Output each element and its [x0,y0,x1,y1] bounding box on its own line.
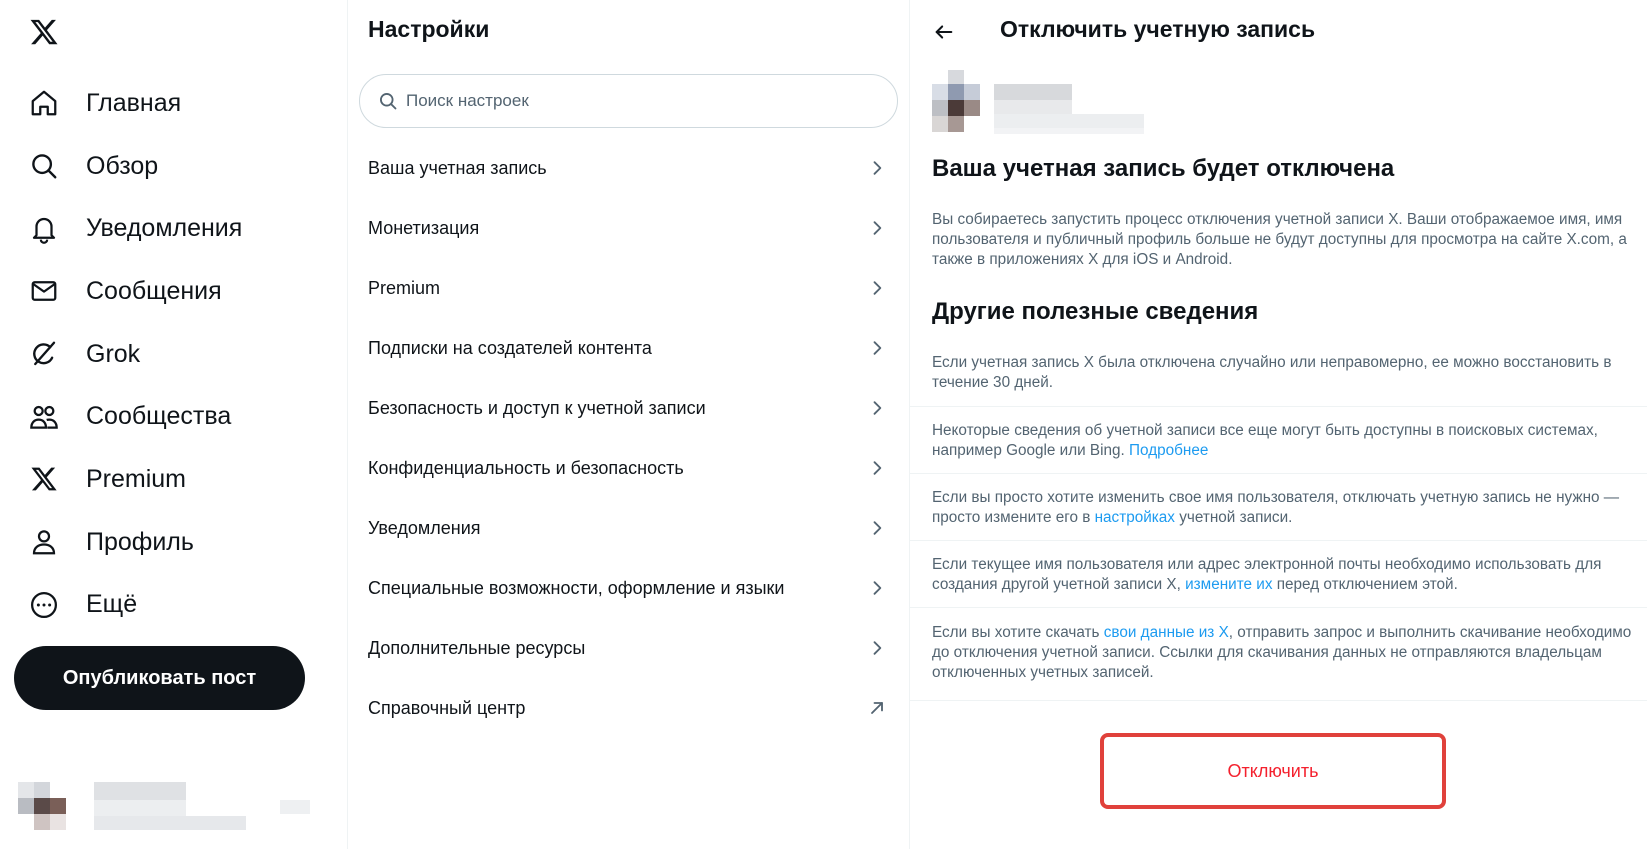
divider [910,540,1647,541]
settings-item-label: Монетизация [368,217,480,238]
settings-item-label: Дополнительные ресурсы [368,637,586,658]
settings-link[interactable]: настройках [1095,509,1175,526]
info-reuse-email: Если текущее имя пользователя или адрес … [932,555,1637,595]
info-text: Если вы хотите скачать [932,624,1104,641]
info-change-username: Если вы просто хотите изменить свое имя … [932,488,1637,528]
info-text: учетной записи. [1174,509,1293,526]
settings-item-label: Ваша учетная запись [368,157,547,178]
settings-item-premium[interactable]: Premium [348,258,909,318]
learn-more-link[interactable]: Подробнее [1129,442,1208,459]
nav-item-label: Сообщения [86,276,222,305]
settings-item-privacy[interactable]: Конфиденциальность и безопасность [348,438,909,498]
settings-item-monetization[interactable]: Монетизация [348,198,909,258]
settings-item-label: Конфиденциальность и безопасность [368,457,684,478]
deactivation-description: Вы собираетесь запустить процесс отключе… [932,211,1627,268]
x-logo-icon[interactable] [26,14,62,50]
nav-item-profile[interactable]: Профиль [14,511,242,574]
envelope-icon [28,275,60,307]
info-restore: Если учетная запись X была отключена слу… [932,354,1612,391]
nav-item-label: Ещё [86,590,138,619]
settings-item-label: Справочный центр [368,697,526,718]
more-dots-blurred [280,800,310,814]
settings-item-notifications[interactable]: Уведомления [348,498,909,558]
chevron-right-icon [867,218,887,238]
account-switcher[interactable] [18,782,328,842]
settings-column: Настройки Ваша учетная запись Монетизаци… [348,0,910,849]
nav-item-label: Premium [86,464,187,493]
divider [910,406,1647,407]
chevron-right-icon [867,338,887,358]
bell-icon [28,213,60,245]
grok-icon [28,338,60,370]
deactivate-panel: Отключить учетную запись Ваша учетная за… [910,0,1647,849]
nav-item-premium[interactable]: Premium [14,448,242,511]
chevron-right-icon [867,518,887,538]
divider [910,700,1647,701]
app-window: Главная Обзор Уведомления Сообщения Grok… [0,0,1647,849]
settings-item-label: Уведомления [368,517,481,538]
settings-item-resources[interactable]: Дополнительные ресурсы [348,618,909,678]
divider [910,473,1647,474]
deactivate-button[interactable]: Отключить [1100,733,1446,809]
nav-item-label: Grok [86,339,141,368]
nav-item-explore[interactable]: Обзор [14,135,242,198]
info-text: Некоторые сведения об учетной записи все… [932,422,1598,459]
communities-icon [28,401,60,433]
settings-item-accessibility[interactable]: Специальные возможности, оформление и яз… [348,558,909,618]
page-title: Отключить учетную запись [1000,16,1316,42]
post-button[interactable]: Опубликовать пост [14,646,305,710]
account-handle-blurred [94,816,246,830]
more-circle-icon [28,589,60,621]
search-icon [28,150,60,182]
settings-item-label: Специальные возможности, оформление и яз… [368,577,785,598]
nav-item-notifications[interactable]: Уведомления [14,197,242,260]
nav-item-label: Главная [86,88,182,117]
nav-item-grok[interactable]: Grok [14,323,242,386]
info-text: перед отключением этой. [1272,576,1458,593]
nav-item-home[interactable]: Главная [14,72,242,135]
search-icon [378,91,398,111]
your-data-link[interactable]: свои данные из X [1104,624,1229,641]
person-icon [28,526,60,558]
account-name-blurred [94,782,186,800]
chevron-right-icon [867,398,887,418]
user-card-blurred [932,70,1172,134]
settings-item-creator-subscriptions[interactable]: Подписки на создателей контента [348,318,909,378]
settings-search[interactable] [359,74,898,128]
left-navigation: Главная Обзор Уведомления Сообщения Grok… [0,0,348,849]
change-them-link[interactable]: измените их [1185,576,1272,593]
chevron-right-icon [867,638,887,658]
settings-item-account[interactable]: Ваша учетная запись [348,138,909,198]
chevron-right-icon [867,278,887,298]
nav-item-more[interactable]: Ещё [14,574,242,637]
settings-list: Ваша учетная запись Монетизация Premium … [348,138,909,738]
search-input[interactable] [406,91,886,111]
settings-item-security[interactable]: Безопасность и доступ к учетной записи [348,378,909,438]
section-heading-other-info: Другие полезные сведения [932,298,1259,325]
back-arrow-icon[interactable] [930,18,958,46]
info-download-data: Если вы хотите скачать свои данные из X,… [932,623,1637,683]
x-logo-icon [28,463,60,495]
nav-item-communities[interactable]: Сообщества [14,385,242,448]
nav-item-messages[interactable]: Сообщения [14,260,242,323]
nav-item-label: Обзор [86,151,159,180]
chevron-right-icon [867,578,887,598]
nav-list: Главная Обзор Уведомления Сообщения Grok… [14,72,242,636]
settings-item-label: Подписки на создателей контента [368,337,652,358]
info-search-engines: Некоторые сведения об учетной записи все… [932,421,1637,461]
chevron-right-icon [867,458,887,478]
home-icon [28,87,60,119]
external-arrow-icon [867,698,887,718]
nav-item-label: Профиль [86,527,194,556]
nav-item-label: Уведомления [86,214,243,243]
settings-item-help-center[interactable]: Справочный центр [348,678,909,738]
settings-item-label: Безопасность и доступ к учетной записи [368,397,706,418]
section-heading-deactivation: Ваша учетная запись будет отключена [932,155,1395,182]
nav-item-label: Сообщества [86,402,232,431]
settings-title: Настройки [368,16,490,42]
chevron-right-icon [867,158,887,178]
divider [910,607,1647,608]
avatar [18,782,82,846]
settings-item-label: Premium [368,277,441,298]
